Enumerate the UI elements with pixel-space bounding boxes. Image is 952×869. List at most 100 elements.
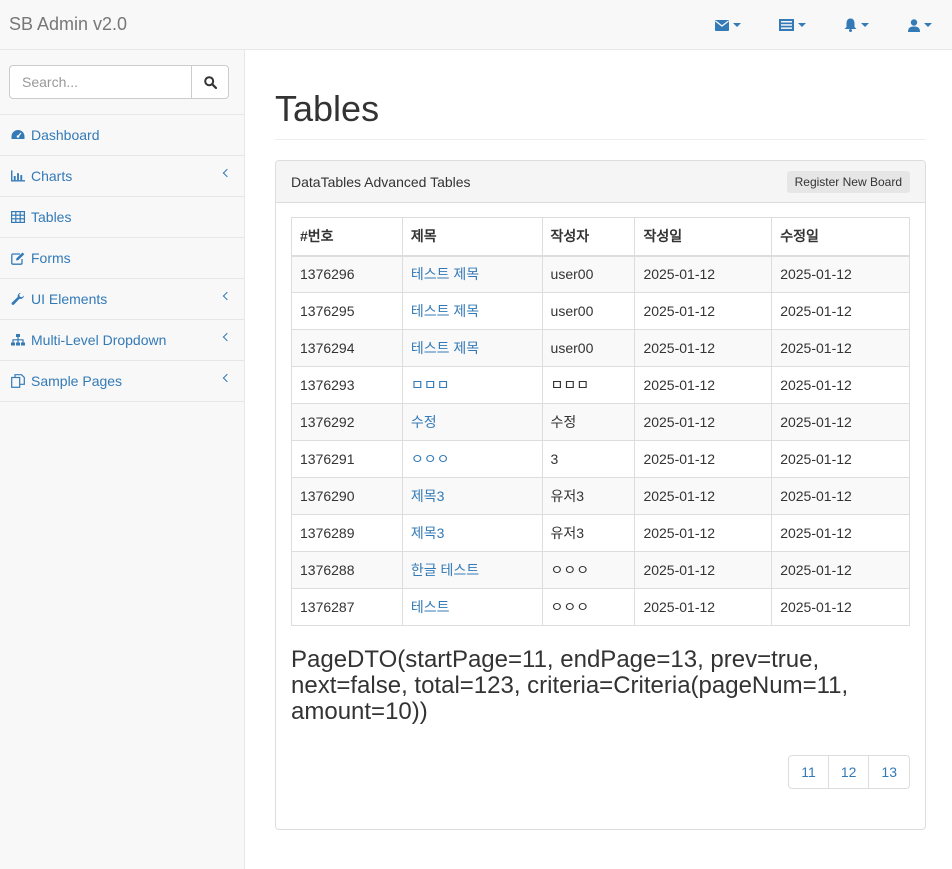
user-dropdown[interactable] bbox=[888, 0, 952, 50]
sidebar-item-label: Dashboard bbox=[31, 127, 100, 143]
table-row: 1376296 테스트 제목 user00 2025-01-12 2025-01-12 bbox=[291, 255, 910, 293]
table-cell: 1376290 bbox=[291, 477, 403, 515]
alerts-dropdown[interactable] bbox=[824, 0, 888, 50]
table-cell: 2025-01-12 bbox=[634, 477, 773, 515]
table-cell: 유저3 bbox=[541, 477, 636, 515]
table-cell: 유저3 bbox=[541, 514, 636, 552]
sidebar-item-label: Multi-Level Dropdown bbox=[31, 332, 167, 348]
table-cell: 2025-01-12 bbox=[634, 588, 773, 626]
table-cell: 2025-01-12 bbox=[771, 588, 910, 626]
table-cell: 2025-01-12 bbox=[771, 366, 910, 404]
table-cell: 2025-01-12 bbox=[634, 514, 773, 552]
messages-dropdown[interactable] bbox=[696, 0, 760, 50]
sidebar-item-dashboard[interactable]: Dashboard bbox=[0, 115, 244, 156]
table-cell: user00 bbox=[541, 292, 636, 330]
table-cell: 2025-01-12 bbox=[771, 440, 910, 478]
search-button[interactable] bbox=[191, 65, 229, 99]
bell-icon bbox=[844, 18, 856, 32]
column-header-title: 제목 bbox=[401, 217, 543, 257]
table-cell: 2025-01-12 bbox=[771, 292, 910, 330]
sidebar-item-tables[interactable]: Tables bbox=[0, 197, 244, 238]
sidebar-item-multi-level-dropdown[interactable]: Multi-Level Dropdown bbox=[0, 320, 244, 361]
board-title-link[interactable]: 제목3 bbox=[411, 488, 445, 504]
sitemap-icon bbox=[11, 333, 25, 347]
table-cell-title: 테스트 제목 bbox=[401, 329, 543, 367]
table-row: 1376292 수정 수정 2025-01-12 2025-01-12 bbox=[291, 403, 910, 441]
table-cell-title: ㅁㅁㅁ bbox=[401, 366, 543, 404]
wrench-icon bbox=[11, 292, 25, 306]
column-header-regdate: 작성일 bbox=[634, 217, 773, 257]
column-header-updatedate: 수정일 bbox=[771, 217, 910, 257]
table-cell-title: 테스트 bbox=[401, 588, 543, 626]
divider bbox=[275, 139, 926, 140]
table-cell-title: 수정 bbox=[401, 403, 543, 441]
table-cell-title: 테스트 제목 bbox=[401, 292, 543, 330]
chevron-down-icon bbox=[733, 23, 741, 27]
page-dto-text: PageDTO(startPage=11, endPage=13, prev=t… bbox=[291, 646, 849, 725]
table-cell: 1376295 bbox=[291, 292, 403, 330]
chevron-left-icon bbox=[222, 291, 232, 301]
board-title-link[interactable]: 테스트 제목 bbox=[411, 340, 479, 356]
table-cell: ㅁㅁㅁ bbox=[541, 366, 636, 404]
page-link-12[interactable]: 12 bbox=[827, 755, 870, 789]
board-table: #번호 제목 작성자 작성일 수정일 1376296 테스트 제목 user00 20… bbox=[291, 217, 910, 626]
chevron-left-icon bbox=[222, 373, 232, 383]
column-header-number: #번호 bbox=[291, 217, 403, 257]
sidebar-item-charts[interactable]: Charts bbox=[0, 156, 244, 197]
page-title: Tables bbox=[275, 88, 380, 129]
board-title-link[interactable]: 수정 bbox=[411, 414, 437, 430]
sidebar-item-label: Charts bbox=[31, 168, 73, 184]
table-row: 1376288 한글 테스트 ㅇㅇㅇ 2025-01-12 2025-01-12 bbox=[291, 551, 910, 589]
board-title-link[interactable]: ㅇㅇㅇ bbox=[411, 451, 450, 467]
board-title-link[interactable]: ㅁㅁㅁ bbox=[411, 377, 450, 393]
table-cell: 1376294 bbox=[291, 329, 403, 367]
board-title-link[interactable]: 제목3 bbox=[411, 525, 445, 541]
table-cell: 1376287 bbox=[291, 588, 403, 626]
sidebar-item-label: Sample Pages bbox=[31, 373, 123, 389]
chevron-left-icon bbox=[222, 168, 232, 178]
board-title-link[interactable]: 한글 테스트 bbox=[411, 562, 479, 578]
brand-title[interactable]: SB Admin v2.0 bbox=[9, 14, 127, 35]
tasks-icon bbox=[778, 19, 794, 31]
table-cell: 2025-01-12 bbox=[634, 366, 773, 404]
sidebar-item-label: Tables bbox=[31, 209, 72, 225]
board-title-link[interactable]: 테스트 bbox=[411, 599, 450, 615]
table-cell: ㅇㅇㅇ bbox=[541, 551, 636, 589]
sidebar-item-ui-elements[interactable]: UI Elements bbox=[0, 279, 244, 320]
table-cell: 수정 bbox=[541, 403, 636, 441]
navbar-right-menu bbox=[696, 0, 952, 50]
table-cell: 1376293 bbox=[291, 366, 403, 404]
table-body: 1376296 테스트 제목 user00 2025-01-12 2025-01-12 1… bbox=[291, 255, 910, 626]
table-cell-title: 제목3 bbox=[401, 477, 543, 515]
tables-panel: DataTables Advanced Tables Register New … bbox=[275, 160, 926, 830]
table-row: 1376287 테스트 ㅇㅇㅇ 2025-01-12 2025-01-12 bbox=[291, 588, 910, 626]
chevron-down-icon bbox=[860, 23, 869, 27]
table-cell: 1376291 bbox=[291, 440, 403, 478]
dashboard-icon bbox=[11, 128, 25, 142]
register-new-board-button[interactable]: Register New Board bbox=[786, 171, 910, 193]
board-title-link[interactable]: 테스트 제목 bbox=[411, 266, 479, 282]
page-link-11[interactable]: 11 bbox=[788, 755, 829, 789]
table-cell: 2025-01-12 bbox=[771, 255, 910, 293]
table-icon bbox=[11, 210, 25, 224]
panel-heading: DataTables Advanced Tables Register New … bbox=[276, 161, 925, 203]
bar-chart-icon bbox=[11, 169, 25, 183]
sidebar-item-forms[interactable]: Forms bbox=[0, 238, 244, 279]
page-link-13[interactable]: 13 bbox=[868, 755, 910, 789]
table-row: 1376295 테스트 제목 user00 2025-01-12 2025-01-12 bbox=[291, 292, 910, 330]
table-cell-title: ㅇㅇㅇ bbox=[401, 440, 543, 478]
table-cell: ㅇㅇㅇ bbox=[541, 588, 636, 626]
search-input[interactable] bbox=[9, 65, 191, 99]
table-row: 1376290 제목3 유저3 2025-01-12 2025-01-12 bbox=[291, 477, 910, 515]
table-cell-title: 테스트 제목 bbox=[401, 255, 543, 293]
sidebar-search bbox=[0, 50, 244, 115]
chevron-down-icon bbox=[924, 23, 932, 27]
sidebar-item-sample-pages[interactable]: Sample Pages bbox=[0, 361, 244, 402]
tasks-dropdown[interactable] bbox=[760, 0, 824, 50]
top-navbar: SB Admin v2.0 bbox=[0, 0, 952, 50]
board-title-link[interactable]: 테스트 제목 bbox=[411, 303, 479, 319]
table-row: 1376291 ㅇㅇㅇ 3 2025-01-12 2025-01-12 bbox=[291, 440, 910, 478]
table-cell: 2025-01-12 bbox=[634, 403, 773, 441]
table-cell: 2025-01-12 bbox=[771, 477, 910, 515]
envelope-icon bbox=[715, 19, 729, 31]
